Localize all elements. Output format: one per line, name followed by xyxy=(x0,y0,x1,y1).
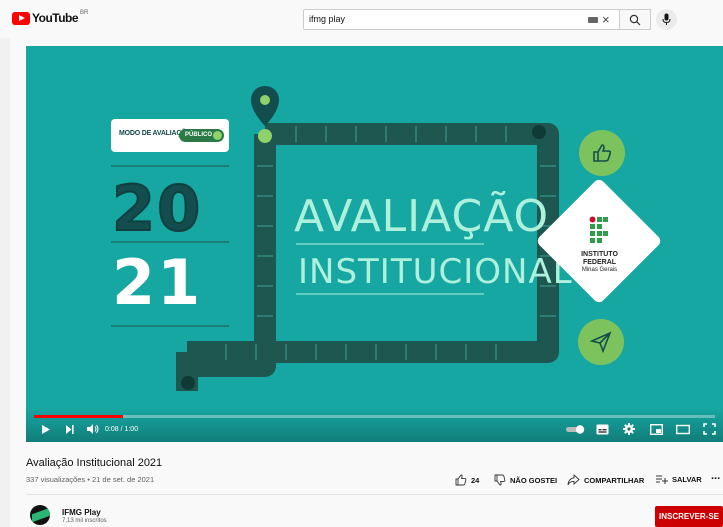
toggle-knob xyxy=(213,131,222,140)
thumbs-down-icon xyxy=(494,474,506,486)
subtitles-icon[interactable] xyxy=(596,424,609,435)
video-player[interactable]: MODO DE AVALIAÇÃO PÚBLICO 20 21 AVALIAÇÃ… xyxy=(26,46,723,442)
browser-frame: YouTube BR × xyxy=(0,0,723,527)
save-button[interactable]: SALVAR xyxy=(655,474,702,485)
progress-fill xyxy=(34,415,123,418)
volume-icon[interactable] xyxy=(86,423,100,435)
more-icon: ... xyxy=(711,470,721,482)
voice-search-button[interactable] xyxy=(656,9,677,30)
play-icon[interactable] xyxy=(40,424,51,435)
youtube-play-icon xyxy=(12,11,30,25)
clear-search-icon[interactable]: × xyxy=(602,12,610,27)
ifmg-logo-icon xyxy=(589,216,608,243)
location-pin-icon xyxy=(251,86,279,126)
autoplay-toggle-icon[interactable] xyxy=(566,425,586,434)
video-title: Avaliação Institucional 2021 xyxy=(26,457,163,469)
miniplayer-icon[interactable] xyxy=(650,424,663,435)
share-label: COMPARTILHAR xyxy=(584,475,645,485)
send-icon xyxy=(589,331,612,354)
divider xyxy=(26,494,723,495)
search-icon xyxy=(629,14,641,26)
keyboard-icon[interactable] xyxy=(588,17,598,23)
org-name-line2: FEDERAL xyxy=(582,259,617,266)
player-controls-bar xyxy=(26,408,723,442)
thumbs-up-icon xyxy=(455,474,467,486)
thumbs-up-icon xyxy=(593,144,612,162)
like-button[interactable]: 24 xyxy=(455,474,479,486)
subscribe-button[interactable]: INSCREVER-SE xyxy=(655,506,723,527)
year-top: 20 xyxy=(111,171,203,246)
like-count: 24 xyxy=(471,475,480,485)
channel-name[interactable]: IFMG Play xyxy=(62,508,101,517)
send-circle xyxy=(578,319,624,365)
dislike-button[interactable]: NÃO GOSTEI xyxy=(494,474,557,486)
search-box[interactable]: × xyxy=(303,9,620,30)
artwork-title-line2: INSTITUCIONAL xyxy=(298,252,573,292)
theater-mode-icon[interactable] xyxy=(676,424,690,435)
dislike-label: NÃO GOSTEI xyxy=(510,475,558,485)
org-name-line1: INSTITUTO xyxy=(581,251,618,258)
logo-country: BR xyxy=(80,10,89,16)
save-label: SALVAR xyxy=(672,475,702,484)
thumbs-up-circle xyxy=(579,130,625,176)
progress-bar[interactable] xyxy=(34,415,715,418)
time-display: 0:08 / 1:00 xyxy=(105,426,139,433)
badge-pill-text: PÚBLICO xyxy=(185,132,212,138)
artwork-title-line1: AVALIAÇÃO xyxy=(294,191,550,242)
video-meta: 337 visualizações • 21 de set. de 2021 xyxy=(26,475,155,484)
settings-gear-icon[interactable] xyxy=(623,423,635,435)
more-actions-button[interactable]: ... xyxy=(711,470,720,482)
add-to-playlist-icon xyxy=(656,475,668,484)
search-button[interactable] xyxy=(620,9,651,30)
public-toggle: PÚBLICO xyxy=(179,129,224,142)
fullscreen-icon[interactable] xyxy=(703,423,716,435)
channel-avatar[interactable] xyxy=(30,505,50,525)
org-name-line3: Minas Gerais xyxy=(581,267,618,273)
evaluation-mode-badge: MODO DE AVALIAÇÃO PÚBLICO xyxy=(111,119,229,152)
microphone-icon xyxy=(662,13,671,25)
next-icon[interactable] xyxy=(64,424,75,435)
share-button[interactable]: COMPARTILHAR xyxy=(567,474,644,486)
youtube-logo[interactable]: YouTube BR xyxy=(12,10,89,25)
top-bar: YouTube BR × xyxy=(0,0,723,38)
logo-text: YouTube xyxy=(32,11,79,25)
share-icon xyxy=(567,474,580,486)
year-bottom: 21 xyxy=(112,246,203,319)
search-input[interactable] xyxy=(309,14,579,24)
avatar-logo-icon xyxy=(32,507,50,523)
subscriber-count: 7,13 mil inscritos xyxy=(62,518,107,524)
